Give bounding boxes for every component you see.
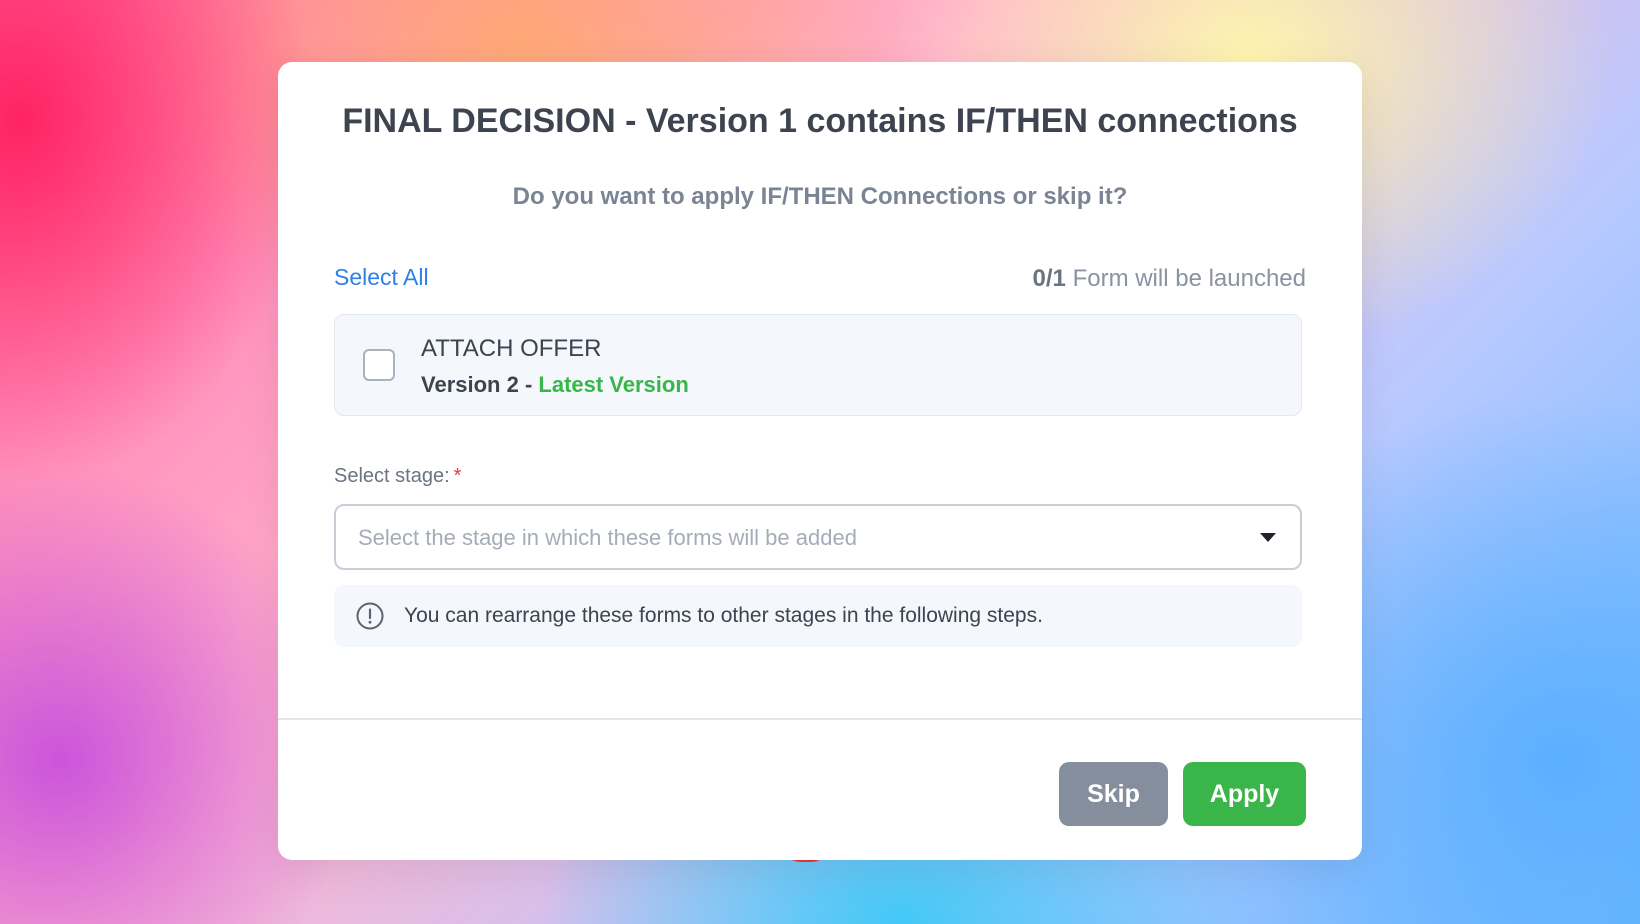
stage-select-placeholder: Select the stage in which these forms wi…: [358, 525, 857, 550]
launch-count: 0/1 Form will be launched: [1033, 265, 1306, 293]
form-item-attach-offer[interactable]: ATTACH OFFER Version 2 - Latest Version: [334, 314, 1302, 416]
form-name: ATTACH OFFER: [421, 335, 602, 362]
launch-count-label: Form will be launched: [1072, 265, 1306, 292]
launch-count-value: 0/1: [1032, 265, 1066, 292]
dialog-subtitle: Do you want to apply IF/THEN Connections…: [512, 183, 1128, 210]
caret-down-icon: [1260, 533, 1276, 542]
skip-button[interactable]: Skip: [1059, 762, 1168, 826]
dialog-title: FINAL DECISION - Version 1 contains IF/T…: [342, 102, 1298, 140]
apply-button[interactable]: Apply: [1183, 762, 1306, 826]
stage-label: Select stage: *: [334, 465, 461, 488]
info-text: You can rearrange these forms to other s…: [404, 604, 1043, 627]
info-notice: You can rearrange these forms to other s…: [334, 585, 1302, 647]
form-version-number: Version 2 -: [421, 372, 539, 397]
if-then-connections-dialog: FINAL DECISION - Version 1 contains IF/T…: [278, 62, 1362, 860]
required-asterisk: *: [453, 465, 462, 487]
form-checkbox[interactable]: [363, 349, 395, 381]
info-circle-icon: [356, 602, 384, 630]
footer-divider: [278, 718, 1362, 720]
form-version: Version 2 - Latest Version: [421, 372, 689, 398]
select-all-link[interactable]: Select All: [334, 264, 429, 291]
latest-version-tag: Latest Version: [538, 372, 689, 397]
stage-select-dropdown[interactable]: Select the stage in which these forms wi…: [334, 504, 1302, 570]
stage-label-text: Select stage:: [334, 465, 450, 487]
